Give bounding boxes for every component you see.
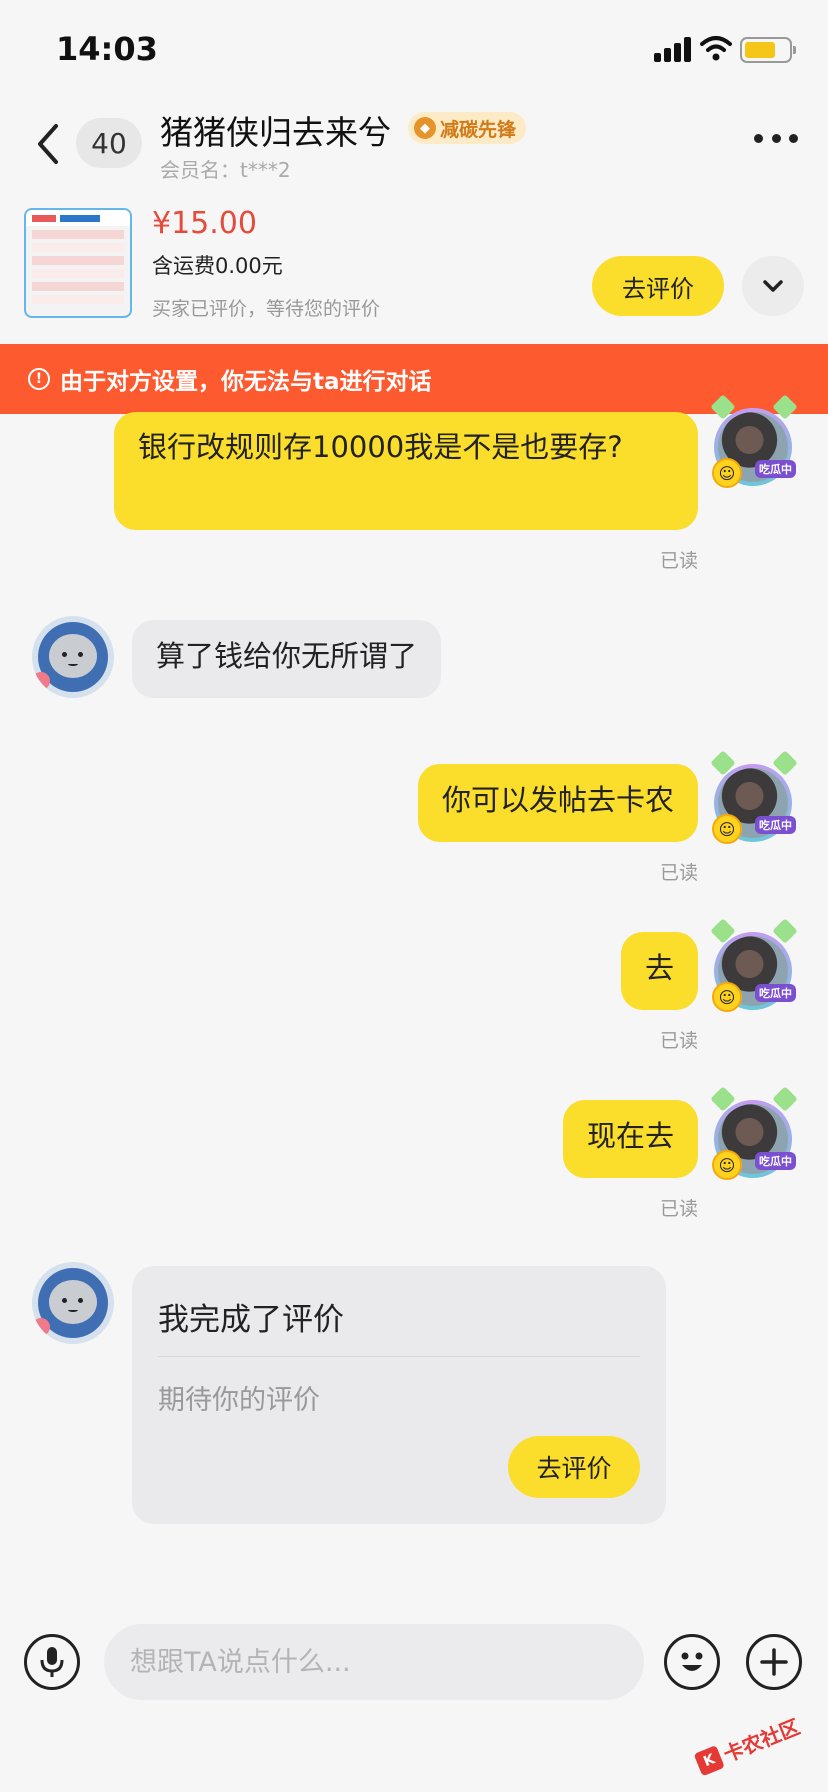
review-card-subtitle: 期待你的评价	[158, 1385, 320, 1416]
blocked-chat-banner: ! 由于对方设置，你无法与ta进行对话	[0, 344, 828, 414]
medal-badge[interactable]: ◆ 减碳先锋	[408, 112, 527, 144]
my-avatar[interactable]: ☺ 吃瓜中	[706, 1086, 800, 1184]
avatar-status-tag: 吃瓜中	[755, 816, 796, 834]
logo-icon: K	[693, 1744, 725, 1776]
order-price: ¥15.00	[152, 206, 257, 241]
read-receipt: 已读	[659, 550, 698, 572]
face-emoji-icon: ☺	[712, 1150, 742, 1180]
face-emoji-icon: ☺	[712, 982, 742, 1012]
leaf-icon: ◆	[414, 117, 436, 139]
unread-count-badge[interactable]: 40	[76, 118, 142, 168]
status-bar: 14:03	[0, 0, 828, 100]
message-bubble-theirs[interactable]: 算了钱给你无所谓了	[132, 620, 442, 698]
read-receipt: 已读	[659, 1030, 698, 1052]
banner-text: 由于对方设置，你无法与ta进行对话	[60, 369, 432, 395]
shipping-fee: 含运费0.00元	[152, 254, 283, 278]
message-bubble-mine[interactable]: 去	[620, 932, 698, 1010]
message-composer	[0, 1610, 828, 1720]
more-options-icon[interactable]	[754, 128, 798, 148]
review-card-button[interactable]: 去评价	[508, 1436, 640, 1498]
status-time: 14:03	[56, 30, 158, 68]
order-summary[interactable]: ¥15.00 含运费0.00元 买家已评价，等待您的评价 去评价	[0, 190, 828, 330]
plus-icon[interactable]	[746, 1634, 802, 1690]
divider	[158, 1356, 640, 1357]
warning-icon: !	[28, 368, 50, 390]
message-bubble-mine[interactable]: 银行改规则存10000我是不是也要存?	[114, 412, 698, 530]
member-name: 会员名：t***2	[160, 158, 291, 182]
product-thumbnail[interactable]	[24, 208, 132, 318]
message-bubble-mine[interactable]: 现在去	[562, 1100, 698, 1178]
watermark: K 卡农社区	[693, 1711, 804, 1778]
contact-nickname[interactable]: 猪猪侠归去来兮	[160, 106, 391, 154]
review-card: 我完成了评价 期待你的评价 去评价	[132, 1266, 666, 1524]
avatar-status-tag: 吃瓜中	[755, 1152, 796, 1170]
read-receipt: 已读	[659, 862, 698, 884]
review-button[interactable]: 去评价	[592, 256, 724, 316]
face-emoji-icon: ☺	[712, 458, 742, 488]
medal-label: 减碳先锋	[440, 118, 517, 141]
microphone-icon[interactable]	[24, 1634, 80, 1690]
contact-avatar[interactable]	[32, 616, 114, 698]
my-avatar[interactable]: ☺ 吃瓜中	[706, 918, 800, 1016]
avatar-status-tag: 吃瓜中	[755, 460, 796, 478]
chat-header: 40 猪猪侠归去来兮 ◆ 减碳先锋 会员名：t***2	[0, 100, 828, 190]
contact-avatar[interactable]	[32, 1262, 114, 1344]
signal-icon	[654, 36, 702, 62]
my-avatar[interactable]: ☺ 吃瓜中	[706, 750, 800, 848]
read-receipt: 已读	[659, 1198, 698, 1220]
message-input[interactable]	[104, 1624, 644, 1700]
review-card-title: 我完成了评价	[158, 1302, 344, 1338]
emoji-icon[interactable]	[664, 1634, 720, 1690]
avatar-status-tag: 吃瓜中	[755, 984, 796, 1002]
battery-icon	[740, 37, 796, 63]
my-avatar[interactable]: ☺ 吃瓜中	[706, 394, 800, 492]
message-bubble-mine[interactable]: 你可以发帖去卡农	[417, 764, 698, 842]
back-icon[interactable]	[30, 120, 66, 168]
face-emoji-icon: ☺	[712, 814, 742, 844]
chevron-down-icon[interactable]	[742, 256, 804, 316]
order-status: 买家已评价，等待您的评价	[152, 298, 381, 320]
wifi-icon	[700, 36, 732, 61]
